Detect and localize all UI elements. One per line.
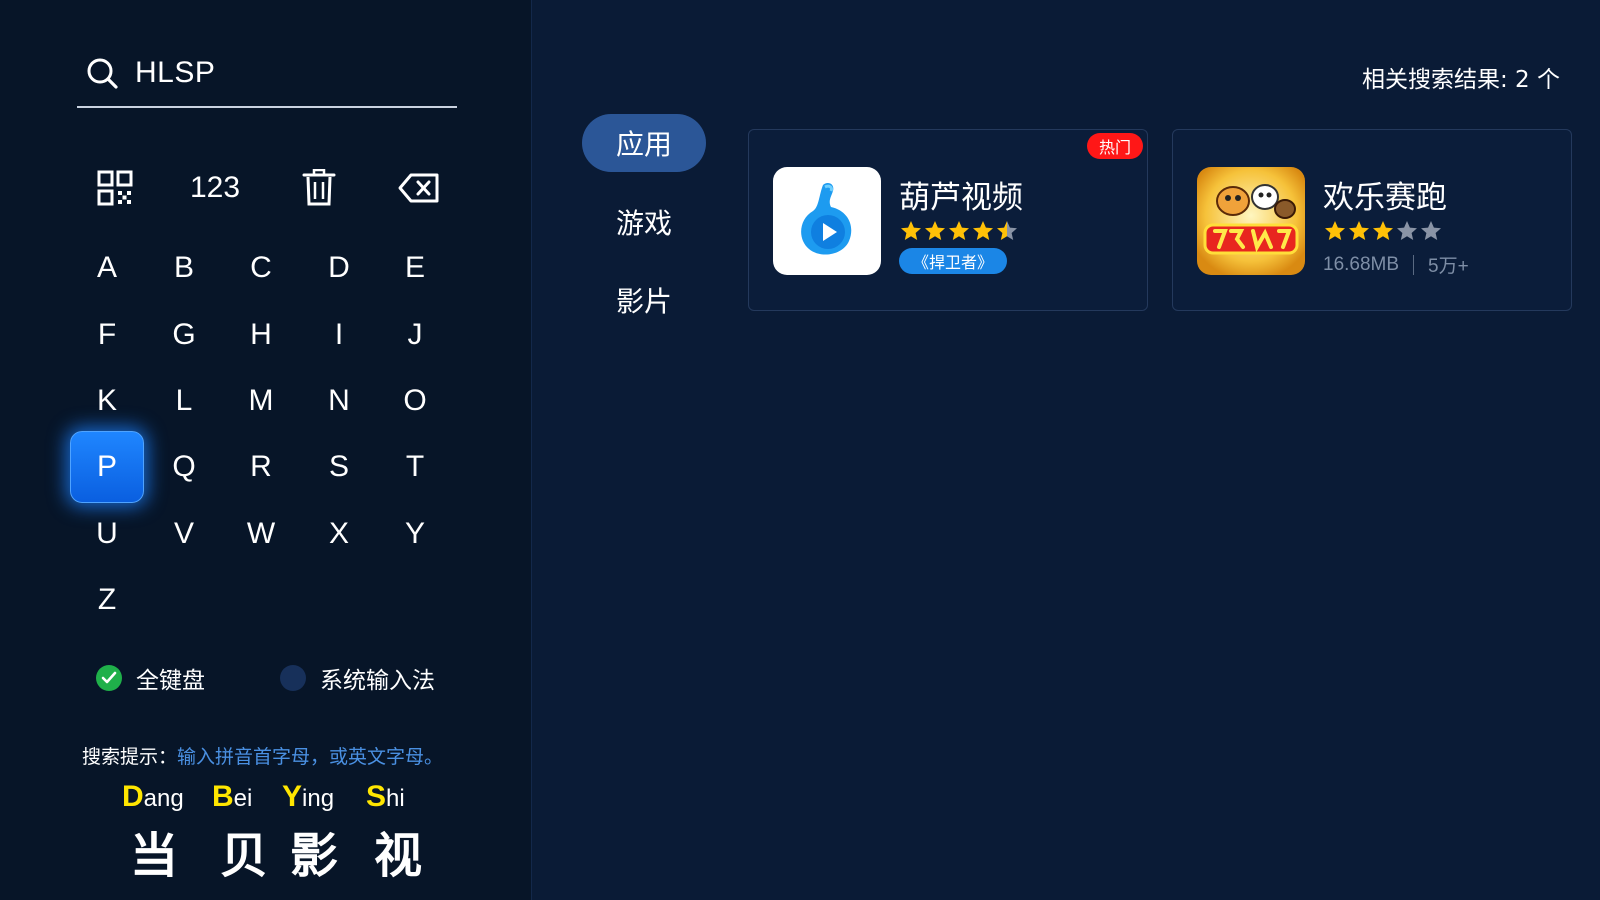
trash-icon: [302, 169, 336, 206]
star-full-icon: [947, 219, 971, 243]
radio-off-icon: [280, 665, 306, 691]
keyboard-panel: HLSP 123 A B C D E F G H I J K L M N O P…: [0, 0, 532, 900]
key-q[interactable]: Q: [147, 431, 221, 503]
brand-pinyin-rest: hi: [386, 785, 405, 812]
app-meta: 16.68MB 5万+: [1323, 251, 1469, 278]
search-hint: 搜索提示：输入拼音首字母，或英文字母。: [82, 742, 443, 769]
star-full-icon: [1371, 219, 1395, 243]
key-j[interactable]: J: [378, 299, 452, 371]
key-a[interactable]: A: [70, 232, 144, 304]
hint-label: 搜索提示：: [82, 746, 178, 768]
brand-column: Dang 当: [122, 780, 202, 886]
key-t[interactable]: T: [378, 431, 452, 503]
key-s[interactable]: S: [302, 431, 376, 503]
brand-logo: Dang 当 Bei 贝 Ying 影 Shi 视: [120, 780, 440, 884]
star-full-icon: [971, 219, 995, 243]
star-full-icon: [899, 219, 923, 243]
brand-column: Bei 贝: [212, 780, 292, 886]
backspace-icon: [398, 173, 439, 203]
check-icon: [96, 665, 122, 691]
brand-pinyin-rest: ei: [233, 785, 253, 812]
search-icon: [87, 58, 118, 89]
brand-pinyin-cap: S: [366, 780, 387, 813]
key-p[interactable]: P: [70, 431, 144, 503]
hint-text: 输入拼音首字母，或英文字母。: [177, 746, 444, 768]
app-size: 16.68MB: [1323, 253, 1400, 275]
hot-badge: 热门: [1086, 133, 1143, 159]
brand-pinyin-rest: ing: [302, 785, 335, 812]
app-name: 欢乐赛跑: [1323, 180, 1447, 216]
qr-code-button[interactable]: [79, 160, 151, 216]
key-w[interactable]: W: [224, 498, 298, 570]
key-r[interactable]: R: [224, 431, 298, 503]
key-l[interactable]: L: [147, 365, 221, 437]
input-mode-selector: 全键盘 系统输入法: [96, 658, 496, 698]
key-u[interactable]: U: [70, 498, 144, 570]
tab-movies[interactable]: 影片: [582, 271, 706, 329]
brand-hanzi: 视: [374, 828, 423, 884]
tab-apps[interactable]: 应用: [582, 114, 706, 172]
brand-hanzi: 当: [130, 828, 179, 884]
meta-divider: [1413, 254, 1415, 275]
key-h[interactable]: H: [224, 299, 298, 371]
search-query: HLSP: [135, 56, 216, 89]
content-tag: 《捍卫者》: [899, 248, 1008, 274]
key-e[interactable]: E: [378, 232, 452, 304]
star-full-icon: [923, 219, 947, 243]
key-n[interactable]: N: [302, 365, 376, 437]
key-k[interactable]: K: [70, 365, 144, 437]
app-card-happy-race[interactable]: 欢乐赛跑 16.68MB 5万+: [1172, 129, 1572, 311]
brand-pinyin-cap: B: [212, 780, 234, 813]
backspace-button[interactable]: [383, 160, 455, 216]
key-x[interactable]: X: [302, 498, 376, 570]
star-half-icon: [995, 219, 1019, 243]
key-b[interactable]: B: [147, 232, 221, 304]
brand-column: Ying 影: [282, 780, 362, 886]
brand-pinyin-cap: D: [122, 780, 144, 813]
qr-code-icon: [97, 170, 133, 206]
key-f[interactable]: F: [70, 299, 144, 371]
brand-pinyin-rest: ang: [143, 785, 184, 812]
full-keyboard-label: 全键盘: [136, 668, 205, 694]
app-name: 葫芦视频: [899, 180, 1023, 216]
app-card-hulu-video[interactable]: 葫芦视频 《捍卫者》 热门: [748, 129, 1148, 311]
brand-column: Shi 视: [366, 780, 446, 886]
happy-race-game-icon: [1197, 167, 1305, 275]
star-full-icon: [1347, 219, 1371, 243]
tab-games[interactable]: 游戏: [582, 193, 706, 251]
rating-stars: [1323, 219, 1443, 243]
system-ime-label: 系统输入法: [320, 668, 435, 694]
key-y[interactable]: Y: [378, 498, 452, 570]
numeric-keyboard-button[interactable]: 123: [179, 160, 251, 216]
search-bar[interactable]: HLSP: [77, 40, 457, 108]
key-z[interactable]: Z: [70, 564, 144, 636]
key-g[interactable]: G: [147, 299, 221, 371]
gourd-play-icon: [773, 167, 881, 275]
key-o[interactable]: O: [378, 365, 452, 437]
key-d[interactable]: D: [302, 232, 376, 304]
brand-pinyin-cap: Y: [282, 780, 303, 813]
star-empty-icon: [1395, 219, 1419, 243]
key-c[interactable]: C: [224, 232, 298, 304]
key-i[interactable]: I: [302, 299, 376, 371]
key-m[interactable]: M: [224, 365, 298, 437]
system-ime-option[interactable]: 系统输入法: [280, 658, 435, 698]
full-keyboard-option[interactable]: 全键盘: [96, 658, 205, 698]
keyboard-tools: 123: [77, 160, 477, 216]
result-count: 相关搜索结果: 2 个: [1361, 67, 1560, 93]
app-downloads: 5万+: [1428, 256, 1469, 277]
clear-button[interactable]: [283, 160, 355, 216]
star-full-icon: [1323, 219, 1347, 243]
key-v[interactable]: V: [147, 498, 221, 570]
rating-stars: [899, 219, 1019, 243]
star-empty-icon: [1419, 219, 1443, 243]
brand-hanzi: 影: [290, 828, 339, 884]
